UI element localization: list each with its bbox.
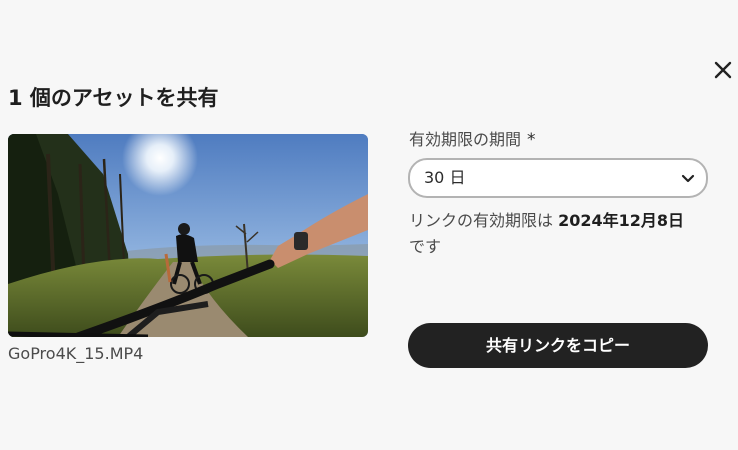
expiration-period-value: 30 日 bbox=[424, 168, 466, 187]
close-icon bbox=[714, 61, 732, 79]
expiration-info-suffix: です bbox=[409, 237, 442, 256]
asset-file-name: GoPro4K_15.MP4 bbox=[8, 344, 144, 363]
expiration-period-select[interactable]: 30 日 bbox=[408, 158, 708, 198]
close-button[interactable] bbox=[710, 57, 736, 83]
expiration-label-text: 有効期限の期間 bbox=[409, 130, 522, 149]
dialog-title: 1 個のアセットを共有 bbox=[8, 86, 219, 110]
copy-share-link-button[interactable]: 共有リンクをコピー bbox=[408, 323, 708, 368]
required-indicator: * bbox=[527, 130, 536, 150]
expiration-info-prefix: リンクの有効期限は bbox=[409, 211, 554, 230]
expiration-info: リンクの有効期限は 2024年12月8日 です bbox=[409, 208, 714, 260]
expiration-label: 有効期限の期間 * bbox=[409, 129, 536, 151]
expiration-date: 2024年12月8日 bbox=[558, 211, 685, 230]
chevron-down-icon bbox=[681, 174, 695, 183]
asset-thumbnail bbox=[8, 134, 368, 337]
